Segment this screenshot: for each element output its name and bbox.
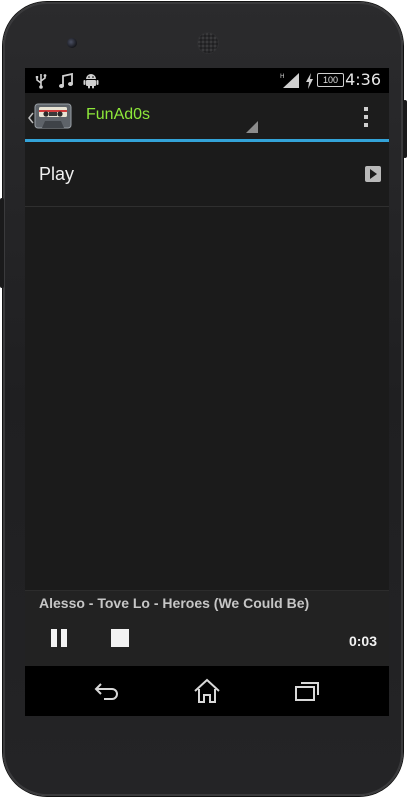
status-time: 4:36 (345, 70, 381, 89)
proximity-sensor (329, 40, 335, 46)
track-title: Alesso - Tove Lo - Heroes (We Could Be) (39, 595, 310, 611)
battery-level: 100 (322, 74, 339, 85)
action-bar: FunAd0s (25, 93, 389, 142)
charging-icon (305, 72, 314, 89)
list-item-label: Play (39, 164, 75, 184)
back-icon[interactable] (93, 678, 121, 704)
light-sensor (341, 40, 347, 46)
android-icon (83, 72, 99, 89)
battery-icon: 100 (317, 73, 344, 87)
earpiece-speaker (197, 32, 219, 54)
content-area (25, 207, 389, 590)
stop-button[interactable] (111, 629, 129, 647)
app-title: FunAd0s (86, 106, 151, 123)
overflow-menu-icon[interactable] (363, 107, 369, 127)
svg-text:H: H (280, 73, 285, 80)
list-item-play[interactable]: Play (25, 142, 389, 207)
pause-button[interactable] (50, 629, 68, 647)
play-icon[interactable] (365, 166, 381, 182)
volume-rocker (0, 198, 4, 288)
navigation-bar (25, 666, 389, 716)
recent-apps-icon[interactable] (293, 678, 321, 704)
screen: H 100 4:36 FunAd0s Play Alesso - Tove Lo… (25, 68, 389, 716)
app-home-up-button[interactable] (25, 97, 77, 135)
phone-frame: H 100 4:36 FunAd0s Play Alesso - Tove Lo… (0, 2, 407, 796)
cassette-tape-icon (34, 102, 72, 134)
status-bar: H 100 4:36 (25, 68, 389, 93)
home-icon[interactable] (193, 678, 221, 704)
signal-icon: H (280, 72, 300, 89)
front-camera (67, 38, 77, 48)
usb-icon (35, 72, 47, 89)
spinner-indicator-icon (246, 121, 258, 133)
music-note-icon (58, 72, 74, 89)
elapsed-time: 0:03 (348, 633, 377, 649)
now-playing-bar: Alesso - Tove Lo - Heroes (We Could Be) … (25, 590, 389, 667)
power-button (403, 100, 407, 158)
